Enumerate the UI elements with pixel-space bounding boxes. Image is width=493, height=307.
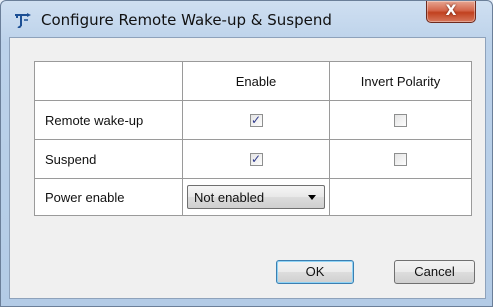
power-enable-selected: Not enabled bbox=[194, 190, 265, 205]
power-enable-dropdown[interactable]: Not enabled bbox=[187, 185, 325, 209]
remote-wakeup-enable-checkbox[interactable]: ✓ bbox=[249, 112, 263, 127]
row-label-remote-wakeup: Remote wake-up bbox=[34, 100, 183, 140]
header-cell-empty bbox=[34, 61, 183, 101]
header-invert-polarity: Invert Polarity bbox=[329, 61, 472, 101]
title-bar[interactable]: Configure Remote Wake-up & Suspend X bbox=[1, 1, 492, 37]
dialog-content: Enable Invert Polarity Remote wake-up ✓ … bbox=[9, 37, 486, 299]
row-remote-wakeup: Remote wake-up ✓ bbox=[34, 100, 472, 140]
settings-table: Enable Invert Polarity Remote wake-up ✓ … bbox=[34, 61, 472, 216]
dialog-window: Configure Remote Wake-up & Suspend X Ena… bbox=[0, 0, 493, 307]
row-label-power-enable: Power enable bbox=[34, 178, 183, 216]
checkmark-icon: ✓ bbox=[250, 151, 262, 166]
suspend-enable-checkbox[interactable]: ✓ bbox=[249, 151, 263, 166]
row-label-suspend: Suspend bbox=[34, 139, 183, 179]
header-enable: Enable bbox=[182, 61, 330, 101]
cancel-button[interactable]: Cancel bbox=[394, 260, 475, 284]
chevron-down-icon bbox=[308, 195, 316, 200]
row-suspend: Suspend ✓ bbox=[34, 139, 472, 179]
close-icon: X bbox=[445, 3, 457, 19]
ok-button[interactable]: OK bbox=[276, 260, 354, 284]
suspend-invert-checkbox[interactable] bbox=[394, 152, 407, 166]
header-row: Enable Invert Polarity bbox=[34, 61, 472, 101]
remote-wakeup-invert-checkbox[interactable] bbox=[394, 113, 407, 127]
wireless-plug-icon bbox=[15, 13, 31, 28]
checkmark-icon: ✓ bbox=[250, 112, 262, 127]
empty-cell bbox=[329, 178, 472, 216]
row-power-enable: Power enable Not enabled bbox=[34, 178, 472, 216]
close-button[interactable]: X bbox=[426, 1, 476, 23]
window-title: Configure Remote Wake-up & Suspend bbox=[41, 11, 332, 29]
